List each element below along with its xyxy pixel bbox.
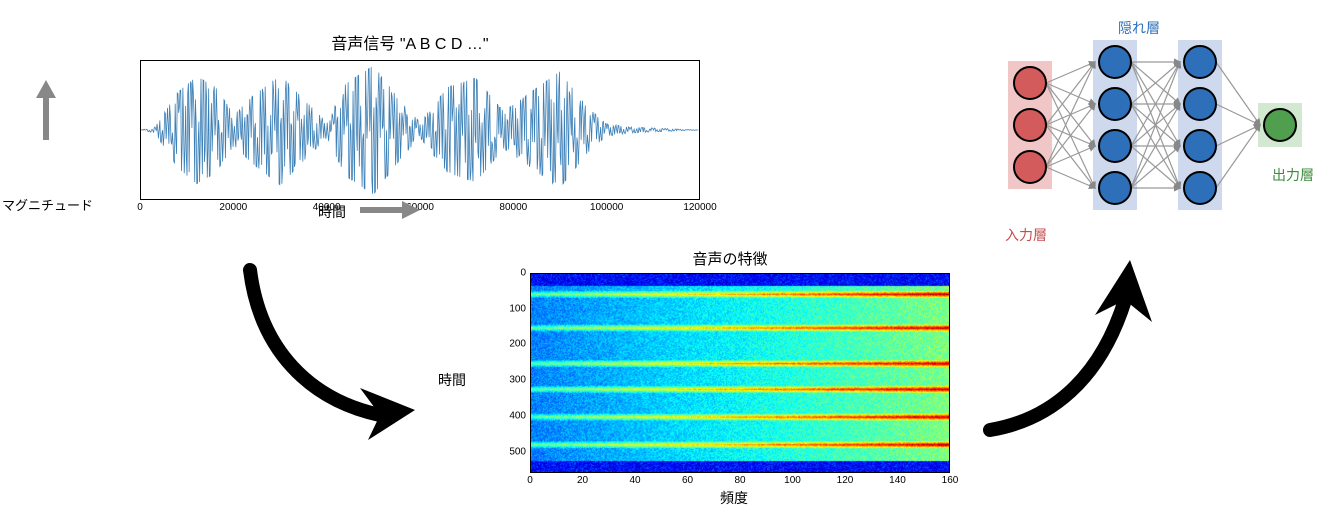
waveform-xaxis: 020000400006000080000100000120000 bbox=[140, 200, 700, 218]
waveform-title: 音声信号 "A B C D …" bbox=[100, 30, 720, 54]
spectrogram-panel: 音声の特徴 0100200300400500 02040608010012014… bbox=[480, 248, 980, 489]
neural-network-diagram bbox=[990, 20, 1310, 235]
spectrogram-xaxis: 020406080100120140160 bbox=[530, 473, 950, 489]
spectrogram-xlabel: 頻度 bbox=[720, 488, 748, 508]
waveform-plot: 0.40.20.0-0.2-0.4 bbox=[140, 60, 700, 200]
flow-arrow-2-icon bbox=[970, 260, 1170, 445]
spectrogram-title: 音声の特徴 bbox=[480, 248, 980, 269]
waveform-xlabel: 時間 bbox=[318, 202, 346, 222]
waveform-yaxis: 0.40.20.0-0.2-0.4 bbox=[140, 61, 141, 199]
spectrogram-ylabel: 時間 bbox=[438, 370, 466, 390]
nn-hidden-label: 隠れ層 bbox=[1118, 18, 1160, 38]
nn-input-label: 入力層 bbox=[1005, 225, 1047, 245]
spectrogram-plot bbox=[530, 273, 950, 473]
magnitude-arrow-icon bbox=[34, 80, 58, 140]
flow-arrow-1-icon bbox=[230, 260, 430, 445]
nn-output-label: 出力層 bbox=[1272, 165, 1314, 185]
time-arrow-icon bbox=[360, 200, 420, 220]
spectrogram-yaxis: 0100200300400500 bbox=[500, 273, 530, 473]
waveform-ylabel: マグニチュード bbox=[2, 195, 93, 214]
waveform-panel: 音声信号 "A B C D …" 0.40.20.0-0.2-0.4 02000… bbox=[100, 30, 720, 218]
